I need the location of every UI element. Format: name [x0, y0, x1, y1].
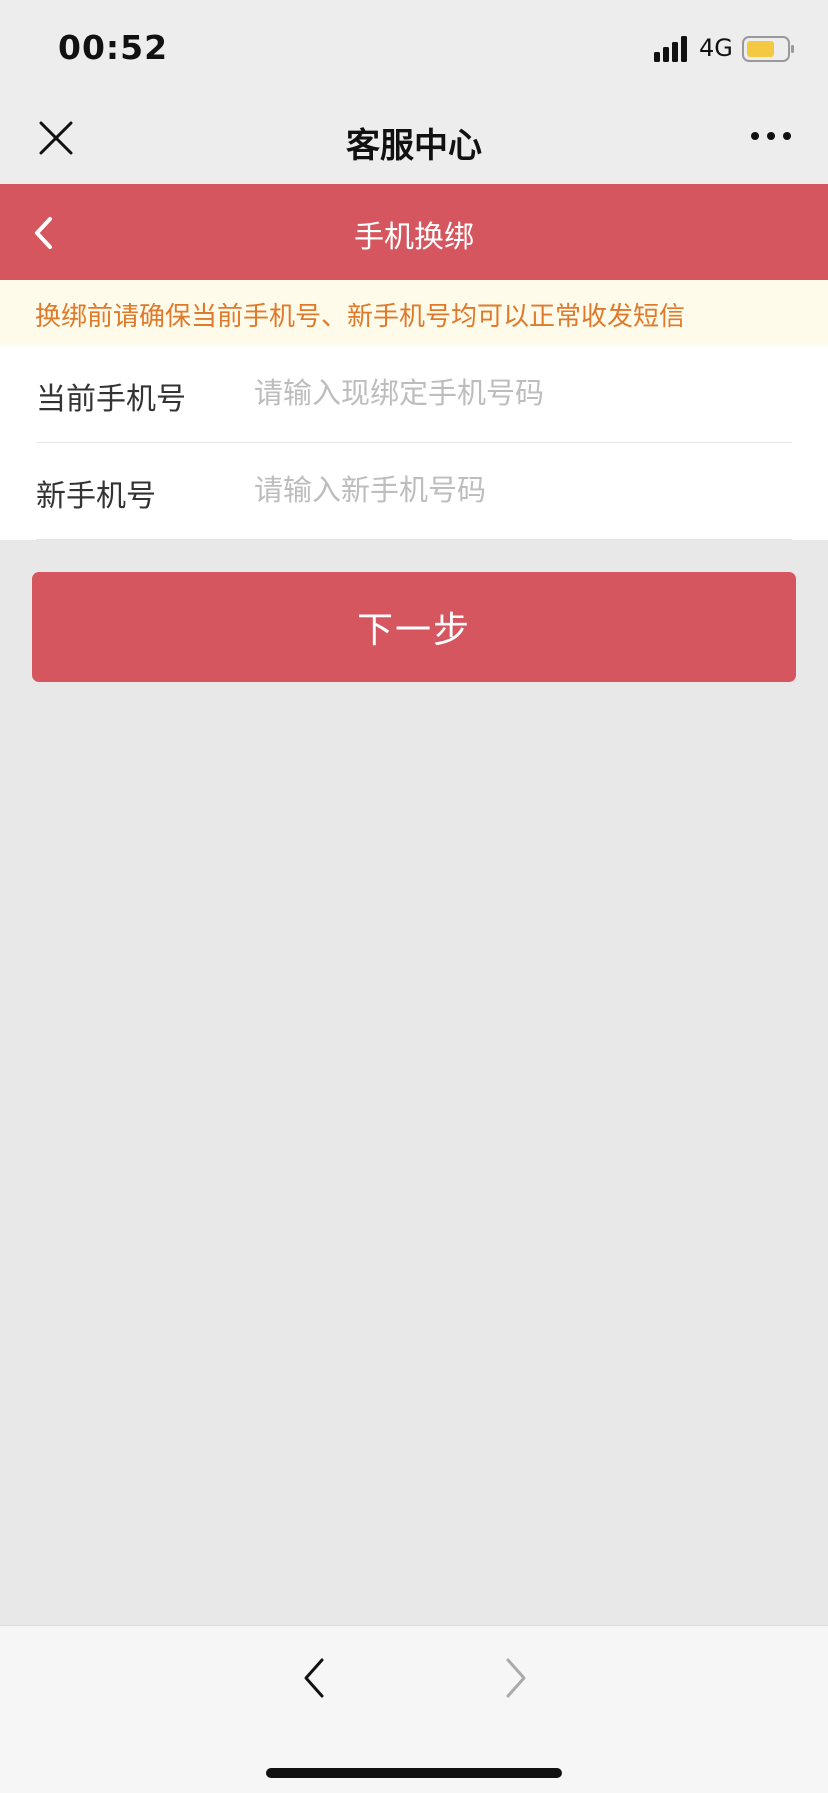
status-time: 00:52 — [58, 28, 169, 67]
battery-icon — [742, 36, 794, 62]
new-phone-row: 新手机号 — [36, 443, 792, 540]
signal-bars-icon — [654, 36, 687, 62]
browser-bottom-bar — [0, 1625, 828, 1793]
more-dots-icon[interactable] — [750, 130, 792, 142]
chevron-right-icon[interactable] — [500, 1656, 530, 1700]
page-header: 手机换绑 — [0, 184, 828, 280]
next-step-button[interactable]: 下一步 — [32, 572, 796, 682]
new-phone-label: 新手机号 — [36, 479, 156, 514]
current-phone-row: 当前手机号 — [36, 346, 792, 443]
wechat-title: 客服中心 — [346, 126, 482, 166]
current-phone-label: 当前手机号 — [36, 382, 186, 417]
chevron-left-icon[interactable] — [300, 1656, 330, 1700]
new-phone-input[interactable] — [254, 461, 774, 519]
notice-banner: 换绑前请确保当前手机号、新手机号均可以正常收发短信 — [0, 280, 828, 346]
wechat-nav-bar: 客服中心 — [0, 96, 828, 184]
home-indicator — [266, 1768, 562, 1778]
notice-text: 换绑前请确保当前手机号、新手机号均可以正常收发短信 — [35, 302, 686, 332]
phone-form: 当前手机号 新手机号 — [0, 346, 828, 540]
network-type: 4G — [699, 34, 733, 62]
current-phone-input[interactable] — [254, 364, 774, 422]
page-title: 手机换绑 — [354, 220, 474, 255]
status-bar: 00:52 4G — [0, 0, 828, 96]
